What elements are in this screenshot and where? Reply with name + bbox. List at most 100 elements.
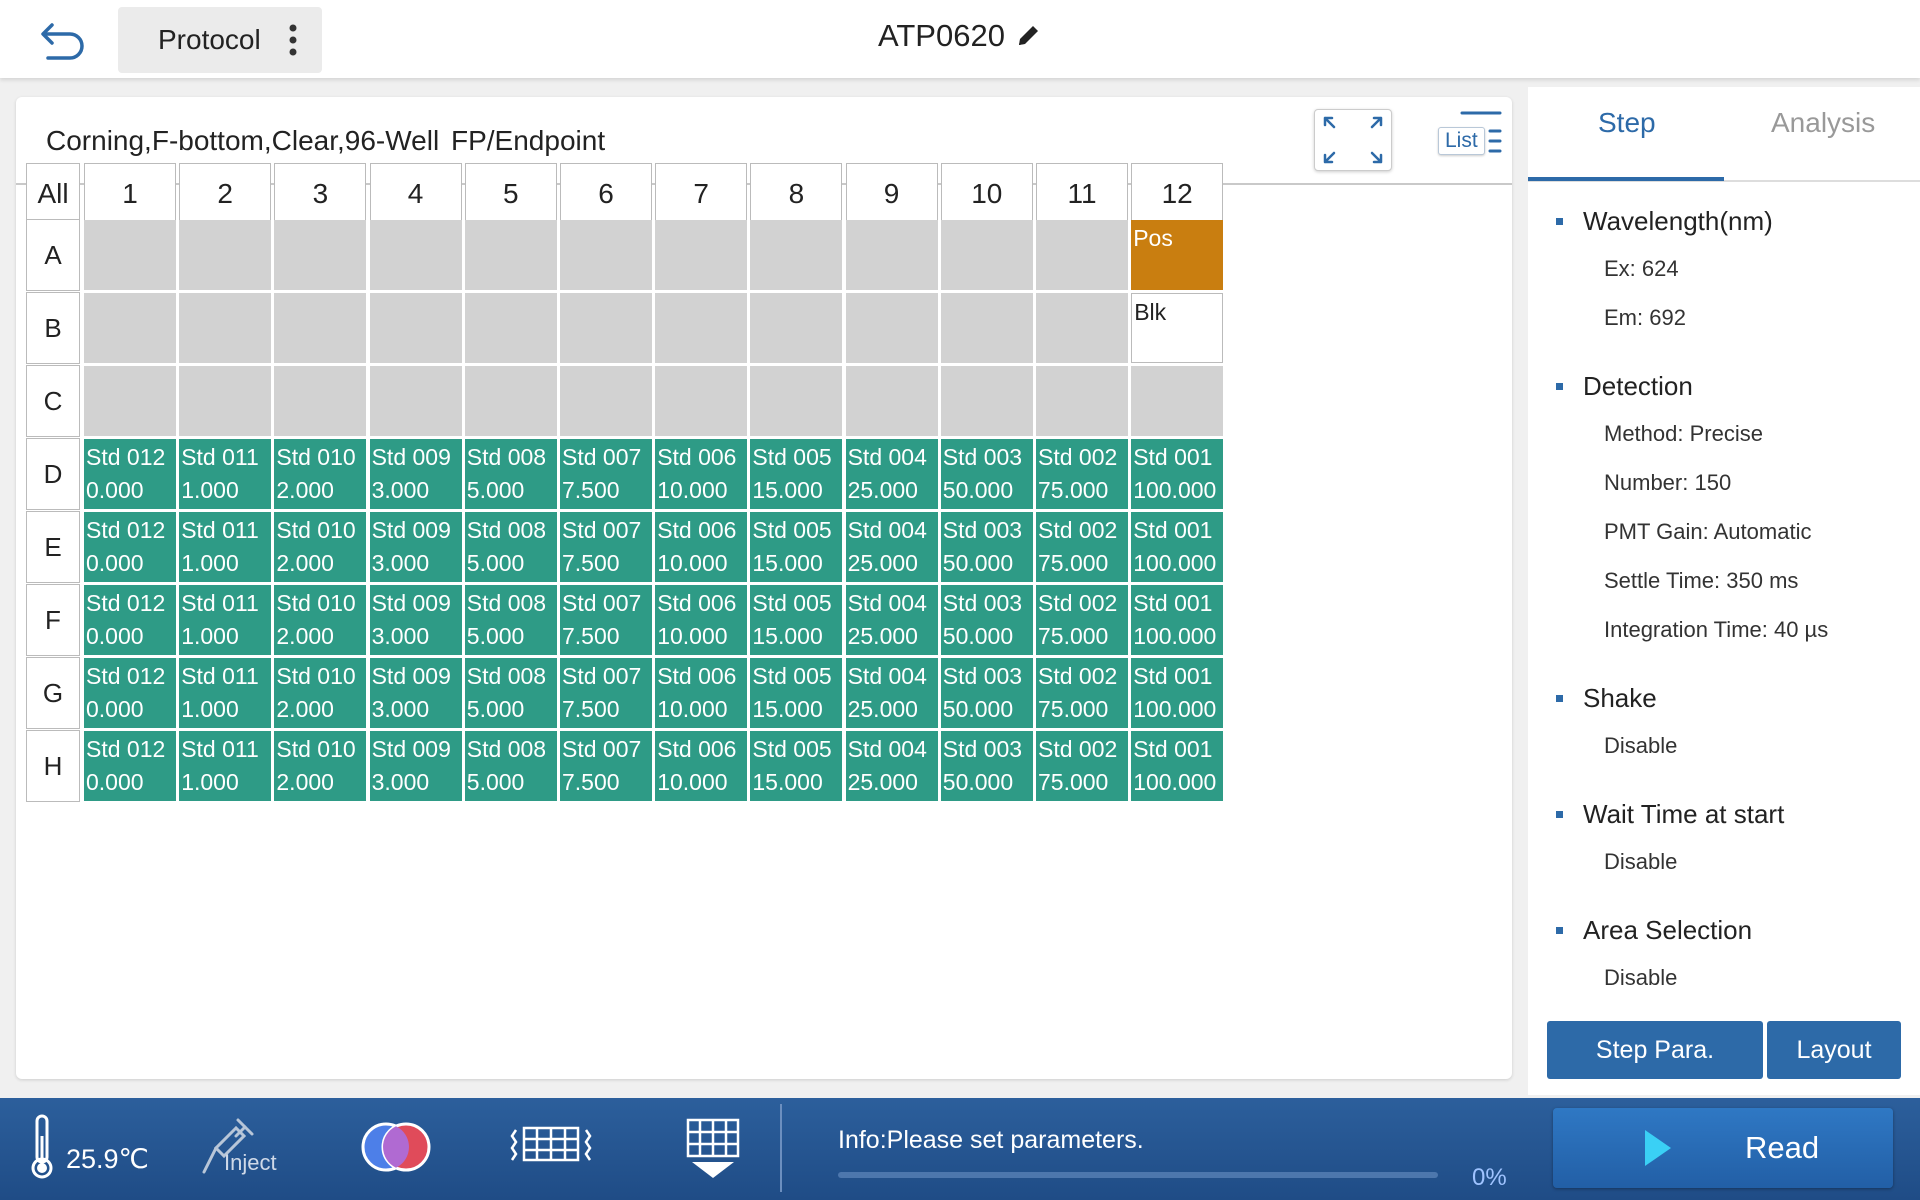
well-standard[interactable]: Std 007 7.500 (560, 585, 652, 655)
well[interactable] (84, 220, 176, 290)
well-standard[interactable]: Std 004 25.000 (845, 585, 938, 655)
well-standard[interactable]: Std 006 10.000 (655, 439, 748, 509)
well-standard[interactable]: Std 003 50.000 (940, 439, 1033, 509)
row-header[interactable]: E (26, 511, 80, 583)
well-standard[interactable]: Std 006 10.000 (655, 512, 748, 582)
well[interactable] (179, 220, 272, 290)
protocol-menu-button[interactable]: Protocol (118, 7, 322, 73)
well[interactable] (369, 293, 462, 363)
tab-analysis[interactable]: Analysis (1771, 107, 1875, 139)
well-standard[interactable]: Std 009 3.000 (369, 658, 462, 728)
well[interactable] (1036, 293, 1128, 363)
well[interactable] (845, 366, 938, 436)
column-header[interactable]: 4 (369, 163, 462, 225)
well-standard[interactable]: Std 009 3.000 (369, 512, 462, 582)
row-header[interactable]: G (26, 657, 80, 729)
list-view-button[interactable]: List (1438, 109, 1508, 167)
well[interactable] (750, 220, 843, 290)
select-all-button[interactable]: All (26, 163, 80, 225)
read-button[interactable]: Read (1553, 1108, 1893, 1188)
column-header[interactable]: 6 (560, 163, 652, 225)
well-standard[interactable]: Std 005 15.000 (750, 512, 843, 582)
row-header[interactable]: C (26, 365, 80, 437)
fullscreen-button[interactable] (1314, 109, 1392, 171)
row-header[interactable]: D (26, 438, 80, 510)
well-standard[interactable]: Std 004 25.000 (845, 439, 938, 509)
column-header[interactable]: 10 (940, 163, 1033, 225)
well-standard[interactable]: Std 011 1.000 (179, 658, 272, 728)
well[interactable] (940, 220, 1033, 290)
well-standard[interactable]: Std 004 25.000 (845, 658, 938, 728)
row-header[interactable]: B (26, 292, 80, 364)
well-standard[interactable]: Std 011 1.000 (179, 512, 272, 582)
well[interactable] (84, 366, 176, 436)
well[interactable] (845, 220, 938, 290)
eject-plate-button[interactable] (686, 1118, 740, 1185)
well-standard[interactable]: Std 004 25.000 (845, 512, 938, 582)
well[interactable] (84, 293, 176, 363)
well[interactable] (464, 220, 557, 290)
well[interactable] (274, 220, 367, 290)
well[interactable] (1036, 366, 1128, 436)
well-standard[interactable]: Std 006 10.000 (655, 731, 748, 801)
tab-step[interactable]: Step (1598, 107, 1656, 139)
well-standard[interactable]: Std 012 0.000 (84, 731, 176, 801)
well[interactable] (179, 293, 272, 363)
well-standard[interactable]: Std 002 75.000 (1036, 439, 1128, 509)
column-header[interactable]: 5 (464, 163, 557, 225)
well-standard[interactable]: Std 002 75.000 (1036, 512, 1128, 582)
well-standard[interactable]: Std 002 75.000 (1036, 585, 1128, 655)
well-standard[interactable]: Std 011 1.000 (179, 731, 272, 801)
step-para-button[interactable]: Step Para. (1547, 1021, 1763, 1079)
well-standard[interactable]: Std 012 0.000 (84, 585, 176, 655)
well-standard[interactable]: Std 004 25.000 (845, 731, 938, 801)
plate-layout-button[interactable] (510, 1124, 592, 1169)
well[interactable] (560, 366, 652, 436)
well-standard[interactable]: Std 005 15.000 (750, 731, 843, 801)
well[interactable] (1131, 366, 1224, 436)
row-header[interactable]: F (26, 584, 80, 656)
more-vert-icon[interactable] (288, 23, 298, 57)
well-standard[interactable]: Std 005 15.000 (750, 439, 843, 509)
back-button[interactable] (30, 14, 96, 68)
well-standard[interactable]: Std 012 0.000 (84, 439, 176, 509)
column-header[interactable]: 12 (1131, 163, 1224, 225)
well[interactable] (464, 293, 557, 363)
well-standard[interactable]: Std 001 100.000 (1131, 585, 1224, 655)
layout-button[interactable]: Layout (1767, 1021, 1901, 1079)
well[interactable] (655, 220, 748, 290)
well-standard[interactable]: Std 009 3.000 (369, 731, 462, 801)
row-header[interactable]: H (26, 730, 80, 802)
well-standard[interactable]: Std 005 15.000 (750, 658, 843, 728)
well[interactable] (274, 293, 367, 363)
well-standard[interactable]: Std 010 2.000 (274, 731, 367, 801)
well-standard[interactable]: Std 011 1.000 (179, 585, 272, 655)
well-standard[interactable]: Std 010 2.000 (274, 512, 367, 582)
well[interactable] (369, 220, 462, 290)
well[interactable] (845, 293, 938, 363)
column-header[interactable]: 8 (750, 163, 843, 225)
column-header[interactable]: 2 (179, 163, 272, 225)
well-standard[interactable]: Std 002 75.000 (1036, 731, 1128, 801)
well-standard[interactable]: Std 001 100.000 (1131, 731, 1224, 801)
well-standard[interactable]: Std 005 15.000 (750, 585, 843, 655)
column-header[interactable]: 11 (1036, 163, 1128, 225)
well[interactable] (560, 220, 652, 290)
well-standard[interactable]: Std 012 0.000 (84, 658, 176, 728)
well[interactable] (750, 293, 843, 363)
well-standard[interactable]: Std 001 100.000 (1131, 439, 1224, 509)
well[interactable] (655, 366, 748, 436)
well-standard[interactable]: Std 008 5.000 (464, 658, 557, 728)
well-standard[interactable]: Std 006 10.000 (655, 585, 748, 655)
column-header[interactable]: 9 (845, 163, 938, 225)
well-standard[interactable]: Std 008 5.000 (464, 731, 557, 801)
well-standard[interactable]: Std 010 2.000 (274, 439, 367, 509)
well[interactable] (940, 366, 1033, 436)
well[interactable] (940, 293, 1033, 363)
well[interactable] (274, 366, 367, 436)
well-standard[interactable]: Std 010 2.000 (274, 585, 367, 655)
well-standard[interactable]: Std 012 0.000 (84, 512, 176, 582)
well-standard[interactable]: Std 007 7.500 (560, 658, 652, 728)
well-standard[interactable]: Std 009 3.000 (369, 585, 462, 655)
well[interactable] (750, 366, 843, 436)
